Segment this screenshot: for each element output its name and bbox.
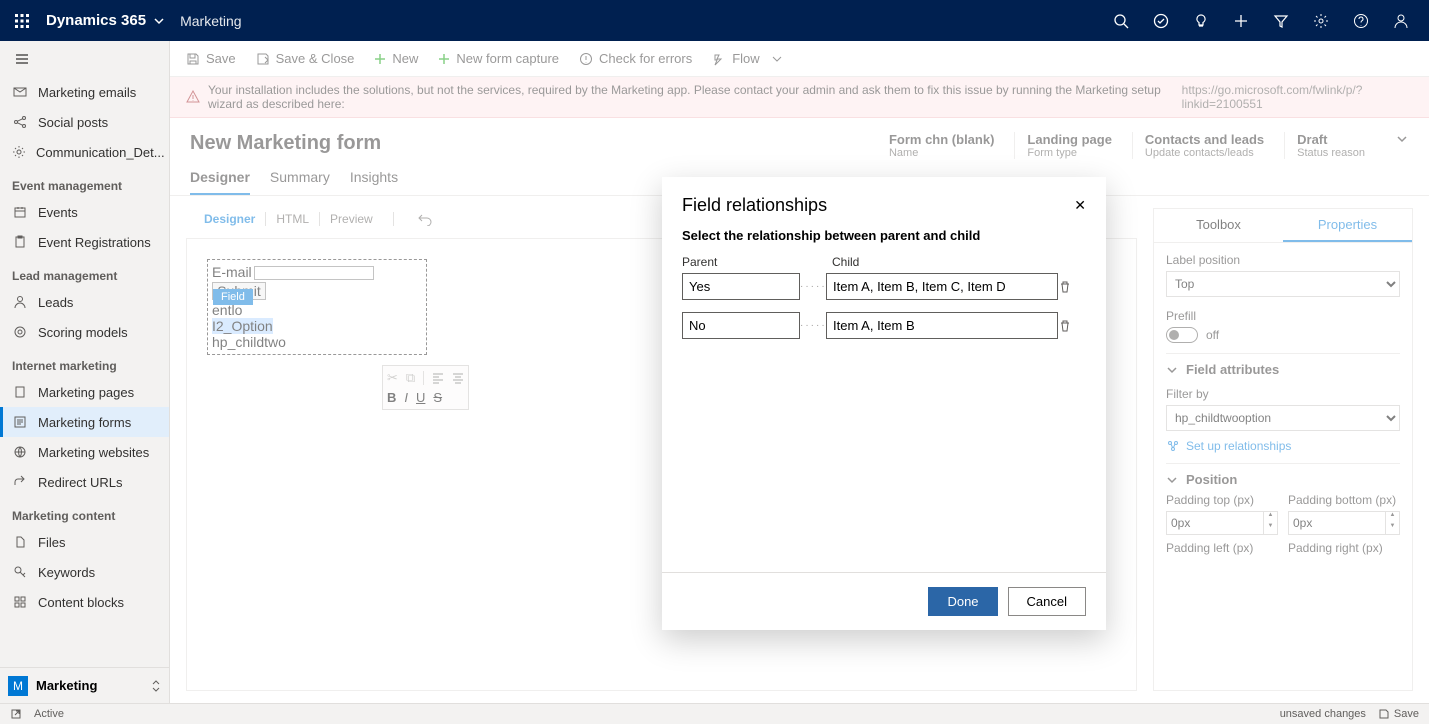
popout-icon[interactable]: [10, 708, 22, 720]
nav-keywords[interactable]: Keywords: [0, 557, 169, 587]
mail-icon: [12, 84, 28, 100]
nav-communication-det[interactable]: Communication_Det...: [0, 137, 169, 167]
global-topbar: Dynamics 365 Marketing: [0, 0, 1429, 41]
nav-label: Events: [38, 205, 78, 220]
sidebar: Marketing emails Social posts Communicat…: [0, 41, 170, 703]
parent-input[interactable]: [682, 312, 800, 339]
nav-content-blocks[interactable]: Content blocks: [0, 587, 169, 617]
nav-label: Marketing websites: [38, 445, 149, 460]
task-icon[interactable]: [1141, 0, 1181, 41]
hamburger-icon[interactable]: [0, 41, 169, 77]
area-badge: M: [8, 676, 28, 696]
nav-label: Communication_Det...: [36, 145, 165, 160]
nav-redirect-urls[interactable]: Redirect URLs: [0, 467, 169, 497]
gear-icon[interactable]: [1301, 0, 1341, 41]
area-label: Marketing: [36, 678, 97, 693]
search-icon[interactable]: [1101, 0, 1141, 41]
page-icon: [12, 384, 28, 400]
relationship-row: ······: [682, 273, 1086, 300]
nav-scoring-models[interactable]: Scoring models: [0, 317, 169, 347]
done-button[interactable]: Done: [928, 587, 997, 616]
nav-label: Marketing forms: [38, 415, 131, 430]
redirect-icon: [12, 474, 28, 490]
connector-icon: ······: [800, 281, 826, 292]
file-icon: [12, 534, 28, 550]
app-name[interactable]: Marketing: [180, 13, 241, 29]
nav-label: Content blocks: [38, 595, 124, 610]
nav-files[interactable]: Files: [0, 527, 169, 557]
nav-events[interactable]: Events: [0, 197, 169, 227]
key-icon: [12, 564, 28, 580]
relationship-row: ······: [682, 312, 1086, 339]
block-icon: [12, 594, 28, 610]
cancel-button[interactable]: Cancel: [1008, 587, 1086, 616]
user-icon[interactable]: [1381, 0, 1421, 41]
nav-marketing-pages[interactable]: Marketing pages: [0, 377, 169, 407]
gear-icon: [12, 144, 26, 160]
status-unsaved: unsaved changes: [1280, 708, 1366, 720]
connector-icon: ······: [800, 320, 826, 331]
plus-icon[interactable]: [1221, 0, 1261, 41]
app-launcher-icon[interactable]: [8, 7, 36, 35]
nav-head-content: Marketing content: [0, 497, 169, 527]
nav-head-event: Event management: [0, 167, 169, 197]
status-bar: Active unsaved changes Save: [0, 703, 1429, 724]
updown-icon: [151, 679, 161, 693]
nav-label: Leads: [38, 295, 73, 310]
nav-event-registrations[interactable]: Event Registrations: [0, 227, 169, 257]
person-icon: [12, 294, 28, 310]
filter-icon[interactable]: [1261, 0, 1301, 41]
parent-input[interactable]: [682, 273, 800, 300]
nav-label: Redirect URLs: [38, 475, 123, 490]
delete-icon[interactable]: [1058, 280, 1086, 294]
nav-label: Scoring models: [38, 325, 128, 340]
form-icon: [12, 414, 28, 430]
nav-label: Marketing emails: [38, 85, 136, 100]
main: Save Save & Close New New form capture C…: [170, 41, 1429, 703]
child-input[interactable]: [826, 312, 1058, 339]
nav-label: Marketing pages: [38, 385, 134, 400]
globe-icon: [12, 444, 28, 460]
nav-marketing-forms[interactable]: Marketing forms: [0, 407, 169, 437]
bulb-icon[interactable]: [1181, 0, 1221, 41]
field-relationships-dialog: Field relationships ✕ Select the relatio…: [662, 177, 1106, 630]
close-icon[interactable]: ✕: [1074, 197, 1086, 214]
clipboard-icon: [12, 234, 28, 250]
nav-label: Files: [38, 535, 65, 550]
nav-head-lead: Lead management: [0, 257, 169, 287]
col-parent: Parent: [682, 255, 802, 269]
share-icon: [12, 114, 28, 130]
nav-label: Social posts: [38, 115, 108, 130]
chevron-down-icon[interactable]: [154, 16, 164, 26]
nav-marketing-emails[interactable]: Marketing emails: [0, 77, 169, 107]
delete-icon[interactable]: [1058, 319, 1086, 333]
nav-marketing-websites[interactable]: Marketing websites: [0, 437, 169, 467]
col-child: Child: [832, 255, 1086, 269]
nav-label: Event Registrations: [38, 235, 151, 250]
nav-label: Keywords: [38, 565, 95, 580]
dialog-title: Field relationships: [682, 195, 827, 216]
area-switcher[interactable]: M Marketing: [0, 667, 169, 703]
product-name[interactable]: Dynamics 365: [46, 12, 146, 29]
nav-social-posts[interactable]: Social posts: [0, 107, 169, 137]
status-state: Active: [34, 708, 64, 720]
child-input[interactable]: [826, 273, 1058, 300]
help-icon[interactable]: [1341, 0, 1381, 41]
nav-leads[interactable]: Leads: [0, 287, 169, 317]
nav-head-internet: Internet marketing: [0, 347, 169, 377]
status-save[interactable]: Save: [1378, 708, 1419, 720]
dialog-subtitle: Select the relationship between parent a…: [662, 224, 1106, 255]
calendar-icon: [12, 204, 28, 220]
target-icon: [12, 324, 28, 340]
